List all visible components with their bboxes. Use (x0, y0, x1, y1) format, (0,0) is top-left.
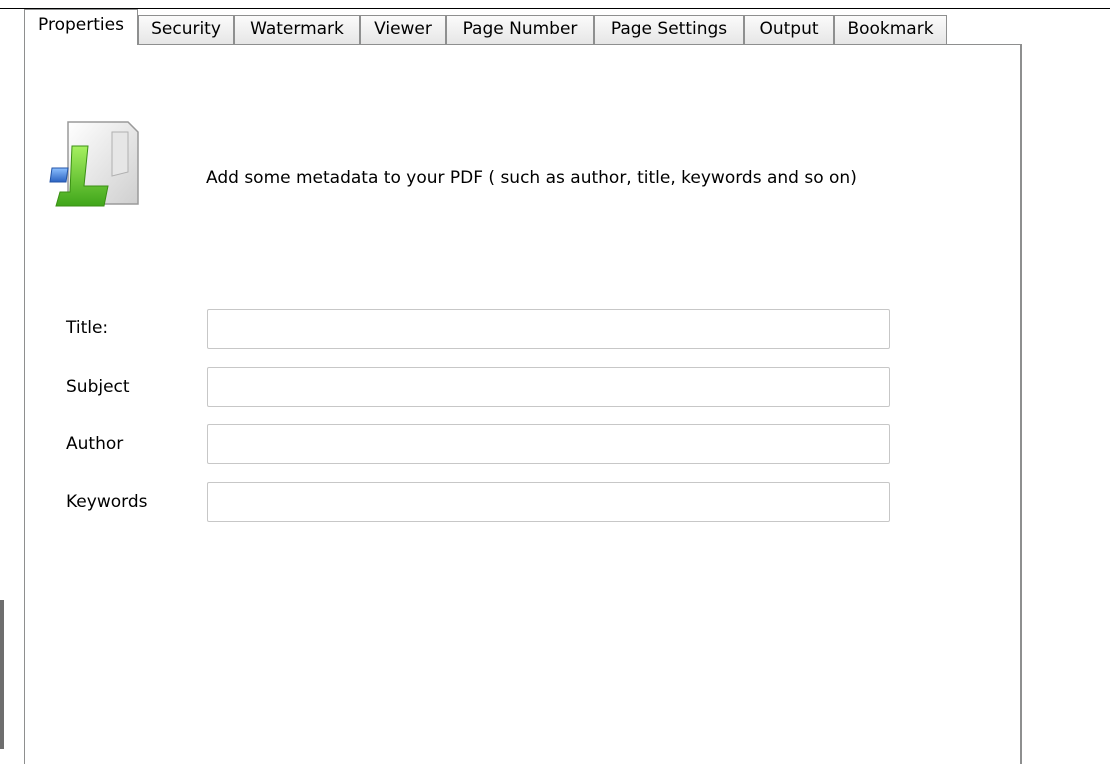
subject-field[interactable] (207, 367, 890, 407)
author-label: Author (66, 434, 124, 454)
tab-page-settings[interactable]: Page Settings (594, 15, 744, 44)
subject-label: Subject (66, 377, 130, 397)
author-field[interactable] (207, 424, 890, 464)
tab-bookmark[interactable]: Bookmark (834, 15, 947, 44)
tab-watermark[interactable]: Watermark (234, 15, 360, 44)
tab-security[interactable]: Security (138, 15, 234, 44)
keywords-field[interactable] (207, 482, 890, 522)
tab-viewer[interactable]: Viewer (360, 15, 446, 44)
window-edge (0, 600, 4, 749)
top-divider (0, 8, 1110, 9)
tab-output[interactable]: Output (744, 15, 834, 44)
keywords-label: Keywords (66, 492, 148, 512)
properties-description: Add some metadata to your PDF ( such as … (206, 168, 857, 188)
title-field[interactable] (207, 309, 890, 349)
tab-properties[interactable]: Properties (24, 9, 138, 45)
document-metadata-icon (49, 121, 139, 207)
title-label: Title: (66, 318, 109, 338)
tab-page-number[interactable]: Page Number (446, 15, 594, 44)
